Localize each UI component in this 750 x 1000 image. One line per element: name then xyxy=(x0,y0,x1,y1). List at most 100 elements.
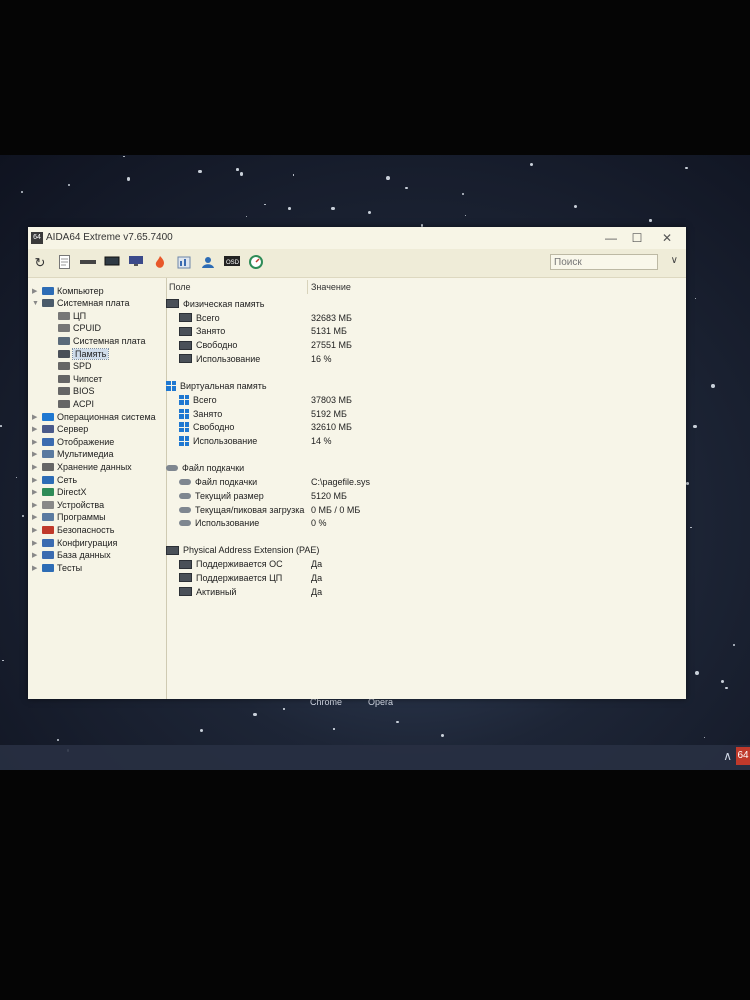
tree-item[interactable]: ▶ Устройства xyxy=(32,498,104,511)
detail-row[interactable]: Всего 37803 МБ xyxy=(179,393,679,406)
column-header-value[interactable]: Значение xyxy=(311,282,351,292)
tree-item[interactable]: ▶ Тесты xyxy=(32,561,82,574)
detail-row[interactable]: Поддерживается ЦП Да xyxy=(179,571,679,584)
desktop-speck xyxy=(574,205,578,209)
tree-item[interactable]: ▶ DirectX xyxy=(32,486,87,499)
tree-item-icon xyxy=(42,425,54,434)
section-header[interactable]: Physical Address Extension (PAE) xyxy=(166,544,319,557)
tree-item-icon xyxy=(58,374,70,383)
desktop-speck xyxy=(686,482,690,486)
chevron-right-icon[interactable]: ▶ xyxy=(32,513,42,521)
tree-item[interactable]: ▶ Хранение данных xyxy=(32,460,132,473)
board-icon[interactable] xyxy=(104,255,120,271)
detail-row[interactable]: Активный Да xyxy=(179,585,679,598)
tree-item[interactable]: Память xyxy=(48,347,110,360)
tree-item[interactable]: SPD xyxy=(48,360,92,373)
tree-item-icon xyxy=(42,462,54,471)
tree-item-label: Отображение xyxy=(57,436,115,447)
tree-item[interactable]: ЦП xyxy=(48,309,86,322)
detail-row[interactable]: Файл подкачки C:\pagefile.sys xyxy=(179,475,679,488)
chevron-right-icon[interactable]: ▶ xyxy=(32,488,42,496)
chevron-right-icon[interactable]: ▶ xyxy=(32,539,42,547)
benchmark-icon[interactable] xyxy=(176,255,192,271)
section-header[interactable]: Файл подкачки xyxy=(166,461,244,474)
detail-value: 0 % xyxy=(311,518,327,529)
gauge-icon[interactable] xyxy=(248,255,264,271)
tree-item[interactable]: ▶ Конфигурация xyxy=(32,536,117,549)
tree-item[interactable]: ▶ Компьютер xyxy=(32,284,104,297)
user-icon[interactable] xyxy=(200,255,216,271)
osd-icon[interactable]: OSD xyxy=(224,255,240,271)
memory-icon xyxy=(179,313,192,322)
chevron-right-icon[interactable]: ▶ xyxy=(32,413,42,421)
tree-item-label: Программы xyxy=(57,512,106,523)
tree-item[interactable]: Чипсет xyxy=(48,372,102,385)
chevron-right-icon[interactable]: ▶ xyxy=(32,564,42,572)
search-input[interactable] xyxy=(550,254,658,270)
detail-value: 27551 МБ xyxy=(311,340,352,351)
detail-value: 32610 МБ xyxy=(311,422,352,433)
chip-icon[interactable] xyxy=(80,255,96,271)
chevron-right-icon[interactable]: ▶ xyxy=(32,501,42,509)
detail-row[interactable]: Свободно 32610 МБ xyxy=(179,421,679,434)
tree-item[interactable]: ▶ База данных xyxy=(32,549,111,562)
detail-row[interactable]: Использование 14 % xyxy=(179,435,679,448)
detail-row[interactable]: Свободно 27551 МБ xyxy=(179,339,679,352)
tree-item[interactable]: ▶ Программы xyxy=(32,511,106,524)
chevron-right-icon[interactable]: ▶ xyxy=(32,463,42,471)
detail-row[interactable]: Всего 32683 МБ xyxy=(179,311,679,324)
section-header[interactable]: Физическая память xyxy=(166,297,264,310)
tree-item[interactable]: Системная плата xyxy=(48,334,146,347)
tree-item[interactable]: ▶ Сервер xyxy=(32,423,88,436)
refresh-icon[interactable]: ↻ xyxy=(32,255,48,271)
tree-item[interactable]: CPUID xyxy=(48,322,101,335)
chevron-down-icon[interactable]: ∨ xyxy=(671,255,678,266)
desktop-speck xyxy=(126,177,130,181)
detail-row[interactable]: Занято 5192 МБ xyxy=(179,407,679,420)
chevron-right-icon[interactable]: ▶ xyxy=(32,526,42,534)
desktop-speck xyxy=(704,736,706,739)
tree-item[interactable]: ▶ Мультимедиа xyxy=(32,448,114,461)
detail-row[interactable]: Текущая/пиковая загрузка 0 МБ / 0 МБ xyxy=(179,503,679,516)
tree-item[interactable]: ▶ Операционная система xyxy=(32,410,156,423)
tray-aida64-icon[interactable]: 64 xyxy=(736,747,750,765)
tree-item[interactable]: ▼ Системная плата xyxy=(32,297,130,310)
display-icon[interactable] xyxy=(128,255,144,271)
tree-item-icon xyxy=(42,488,54,497)
tree-item-icon xyxy=(42,538,54,547)
tray-expand-icon[interactable]: ∧ xyxy=(723,749,732,763)
flame-icon[interactable] xyxy=(152,255,168,271)
chevron-right-icon[interactable]: ▶ xyxy=(32,476,42,484)
chevron-right-icon[interactable]: ▶ xyxy=(32,287,42,295)
chevron-down-icon[interactable]: ▼ xyxy=(32,300,42,307)
desktop-speck xyxy=(396,720,399,724)
tree-item[interactable]: ▶ Сеть xyxy=(32,473,77,486)
detail-row[interactable]: Использование 0 % xyxy=(179,517,679,530)
windows-icon xyxy=(179,422,189,433)
detail-value: Да xyxy=(311,586,323,597)
chevron-right-icon[interactable]: ▶ xyxy=(32,425,42,433)
detail-row[interactable]: Поддерживается ОС Да xyxy=(179,558,679,571)
chevron-right-icon[interactable]: ▶ xyxy=(32,450,42,458)
chevron-right-icon[interactable]: ▶ xyxy=(32,438,42,446)
detail-row[interactable]: Использование 16 % xyxy=(179,352,679,365)
desktop-speck xyxy=(694,298,696,300)
column-separator[interactable] xyxy=(307,280,308,294)
detail-row[interactable]: Занято 5131 МБ xyxy=(179,325,679,338)
tree-item[interactable]: ▶ Безопасность xyxy=(32,523,114,536)
section-header[interactable]: Виртуальная память xyxy=(166,379,267,392)
maximize-button[interactable]: ☐ xyxy=(622,229,652,247)
detail-row[interactable]: Текущий размер 5120 МБ xyxy=(179,489,679,502)
taskbar: ∧ 64 xyxy=(0,745,750,770)
detail-field: Использование xyxy=(193,436,258,447)
tree-item[interactable]: BIOS xyxy=(48,385,95,398)
close-button[interactable]: ✕ xyxy=(652,229,682,247)
tree-item[interactable]: ▶ Отображение xyxy=(32,435,114,448)
memory-icon xyxy=(179,587,192,597)
desktop-speck xyxy=(330,206,335,211)
tree-item-label: DirectX xyxy=(57,487,87,498)
report-icon[interactable] xyxy=(56,255,72,271)
chevron-right-icon[interactable]: ▶ xyxy=(32,551,42,559)
tree-item[interactable]: ACPI xyxy=(48,397,94,410)
column-header-field[interactable]: Поле xyxy=(169,282,191,292)
